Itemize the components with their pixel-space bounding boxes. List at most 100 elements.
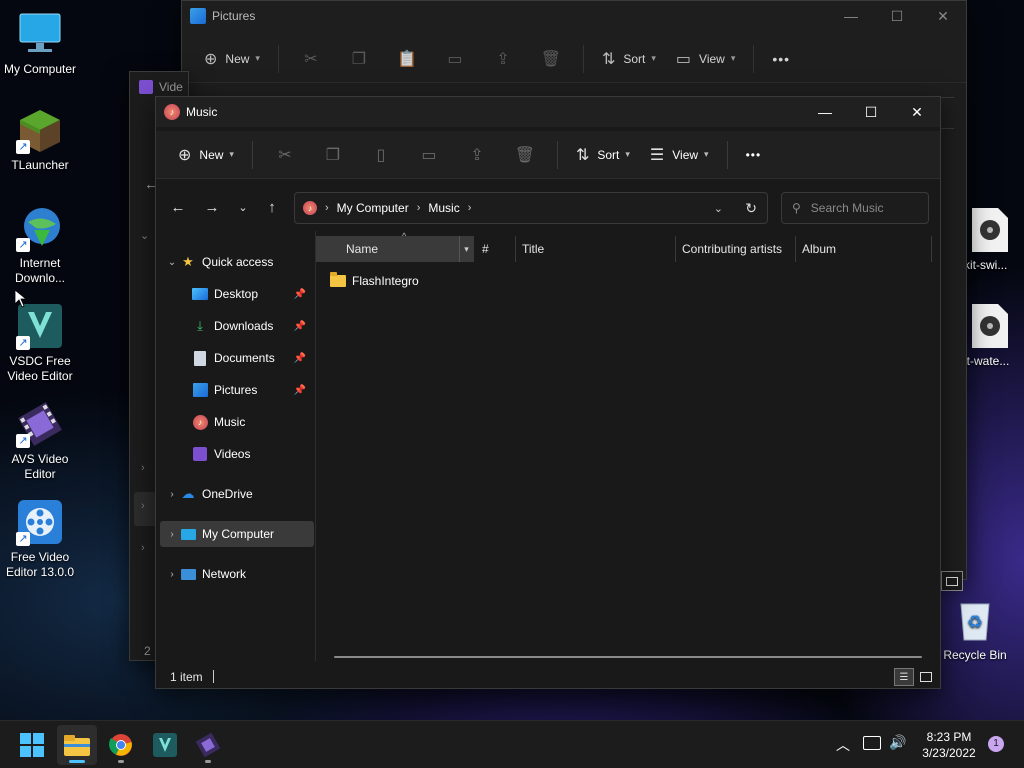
notification-badge[interactable]: 1 <box>988 736 1004 752</box>
shortcut-arrow-icon: ↗ <box>16 336 30 350</box>
recent-locations-button[interactable]: ⌄ <box>229 193 257 221</box>
column-header-album[interactable]: Album <box>796 236 932 262</box>
sidebar-item-onedrive[interactable]: › ☁ OneDrive <box>164 481 320 507</box>
chevron-down-icon[interactable]: ⌄ <box>140 229 149 242</box>
view-button[interactable]: ☰ View ▾ <box>640 139 719 171</box>
breadcrumb-my-computer[interactable]: My Computer <box>337 201 409 215</box>
paste-icon[interactable]: ▯ <box>357 139 405 171</box>
mouse-cursor-icon <box>14 289 28 311</box>
horizontal-scrollbar[interactable] <box>334 656 922 658</box>
sidebar-item-desktop[interactable]: Desktop 📌 <box>192 281 312 307</box>
sidebar-item-videos[interactable]: Videos <box>192 441 312 467</box>
close-button[interactable]: ✕ <box>894 97 940 127</box>
minimize-button[interactable]: — <box>802 97 848 127</box>
column-header-contributing-artists[interactable]: Contributing artists <box>676 236 796 262</box>
column-header-number[interactable]: # <box>476 236 516 262</box>
desktop-icon-my-computer[interactable]: My Computer <box>0 10 80 77</box>
chevron-down-icon[interactable]: ▾ <box>459 236 473 262</box>
taskbar-file-explorer[interactable] <box>57 725 97 765</box>
address-dropdown-icon[interactable]: ⌄ <box>714 202 723 215</box>
refresh-icon[interactable]: ↻ <box>745 200 757 217</box>
desktop-icon-tlauncher[interactable]: ↗ TLauncher <box>0 106 80 173</box>
taskbar-vsdc[interactable] <box>145 725 185 765</box>
sidebar-item-my-computer[interactable]: › My Computer <box>160 521 314 547</box>
clock[interactable]: 8:23 PM 3/23/2022 <box>914 729 984 761</box>
address-bar[interactable]: ♪ › My Computer › Music › ⌄ ↻ <box>294 192 768 224</box>
paste-icon[interactable]: 📋 <box>383 43 431 75</box>
sidebar-item-documents[interactable]: Documents 📌 <box>192 345 312 371</box>
sidebar-item-downloads[interactable]: ⤓ Downloads 📌 <box>192 313 312 339</box>
forward-button[interactable]: → <box>198 193 226 221</box>
sort-button[interactable]: ⇅ Sort ▾ <box>592 43 666 75</box>
pin-icon[interactable]: 📌 <box>294 353 306 364</box>
sidebar-item-pictures[interactable]: Pictures 📌 <box>192 377 312 403</box>
chevron-right-icon[interactable]: › <box>164 489 180 500</box>
back-button[interactable]: ← <box>164 193 192 221</box>
minimize-button[interactable]: — <box>828 1 874 31</box>
volume-icon[interactable]: 🔊 <box>889 734 906 751</box>
chevron-down-icon: ▾ <box>229 149 234 159</box>
more-options-button[interactable]: ••• <box>736 139 772 171</box>
sort-button[interactable]: ⇅ Sort ▾ <box>566 139 640 171</box>
rename-icon[interactable]: ▭ <box>405 139 453 171</box>
pictures-titlebar[interactable]: Pictures — ☐ ✕ <box>182 1 966 31</box>
taskbar-chrome[interactable] <box>101 725 141 765</box>
folder-icon <box>64 735 90 756</box>
cut-icon[interactable]: ✂ <box>287 43 335 75</box>
chevron-down-icon[interactable]: ⌄ <box>164 257 180 268</box>
up-button[interactable]: ↑ <box>258 193 286 221</box>
music-titlebar[interactable]: ♪ Music — ☐ ✕ <box>156 97 940 127</box>
chevron-right-icon[interactable]: › <box>164 569 180 580</box>
new-button[interactable]: ⊕ New ▾ <box>194 43 270 75</box>
list-item[interactable]: FlashIntegro <box>330 270 419 292</box>
view-list-icon: ☰ <box>649 146 665 164</box>
chevron-up-icon[interactable]: ︿ <box>836 735 850 755</box>
copy-icon[interactable]: ❐ <box>309 139 357 171</box>
column-headers: Name ^ ▾ # Title Contributing artists Al… <box>316 231 936 262</box>
sidebar-item-quick-access[interactable]: ⌄ ★ Quick access <box>164 249 320 275</box>
column-header-title[interactable]: Title <box>516 236 676 262</box>
column-header-name[interactable]: Name ^ ▾ <box>316 231 474 262</box>
music-toolbar: ⊕ New ▾ ✂ ❐ ▯ ▭ ⇪ 🗑 ⇅ Sort ▾ ☰ View ▾ ••• <box>156 131 940 179</box>
pin-icon[interactable]: 📌 <box>294 385 306 396</box>
delete-icon[interactable]: 🗑 <box>501 139 549 171</box>
desktop-icon-free-video-editor[interactable]: ↗ Free Video Editor 13.0.0 <box>0 498 80 580</box>
chevron-right-icon[interactable]: › <box>141 542 145 554</box>
sidebar-label: OneDrive <box>202 487 253 501</box>
copy-icon[interactable]: ❐ <box>335 43 383 75</box>
cut-icon[interactable]: ✂ <box>261 139 309 171</box>
view-button[interactable]: ▭ View ▾ <box>666 43 745 75</box>
breadcrumb-music[interactable]: Music <box>428 201 459 215</box>
more-options-button[interactable]: ••• <box>762 43 800 75</box>
pin-icon[interactable]: 📌 <box>294 289 306 300</box>
details-view-icon[interactable]: ☰ <box>894 668 914 686</box>
search-input[interactable]: ⚲ Search Music <box>781 192 929 224</box>
preview-view-icon[interactable] <box>916 668 936 686</box>
desktop-icon-internet-download-manager[interactable]: ↗ Internet Downlo... <box>0 204 80 286</box>
desktop-icon-avs-video-editor[interactable]: ↗ AVS Video Editor <box>0 400 80 482</box>
sidebar-item-network[interactable]: › Network <box>164 561 320 587</box>
delete-icon[interactable]: 🗑 <box>527 43 575 75</box>
new-button[interactable]: ⊕ New ▾ <box>168 139 244 171</box>
desktop-icon-vsdc[interactable]: ↗ VSDC Free Video Editor <box>0 302 80 384</box>
chevron-right-icon[interactable]: › <box>164 529 180 540</box>
maximize-button[interactable]: ☐ <box>848 97 894 127</box>
start-button[interactable] <box>12 725 52 765</box>
share-icon[interactable]: ⇪ <box>479 43 527 75</box>
close-button[interactable]: ✕ <box>920 1 966 31</box>
maximize-button[interactable]: ☐ <box>874 1 920 31</box>
desktop-icon-label: My Computer <box>3 62 77 76</box>
running-indicator <box>205 760 211 763</box>
desktop-icon-recycle-bin[interactable]: ♻ Recycle Bin <box>935 596 1015 663</box>
toolbar-divider <box>556 140 558 169</box>
share-icon[interactable]: ⇪ <box>453 139 501 171</box>
chevron-down-icon: ▾ <box>704 149 709 159</box>
music-window[interactable]: ♪ Music — ☐ ✕ ⊕ New ▾ ✂ ❐ ▯ ▭ ⇪ 🗑 ⇅ Sort ▾ ☰… <box>155 96 941 689</box>
sidebar-item-music[interactable]: ♪ Music <box>192 409 312 435</box>
network-status-icon[interactable] <box>863 736 881 750</box>
snap-layout-icon[interactable] <box>941 571 963 591</box>
chevron-right-icon[interactable]: › <box>141 462 145 474</box>
pin-icon[interactable]: 📌 <box>294 321 306 332</box>
rename-icon[interactable]: ▭ <box>431 43 479 75</box>
taskbar-avs-video-editor[interactable] <box>188 725 228 765</box>
